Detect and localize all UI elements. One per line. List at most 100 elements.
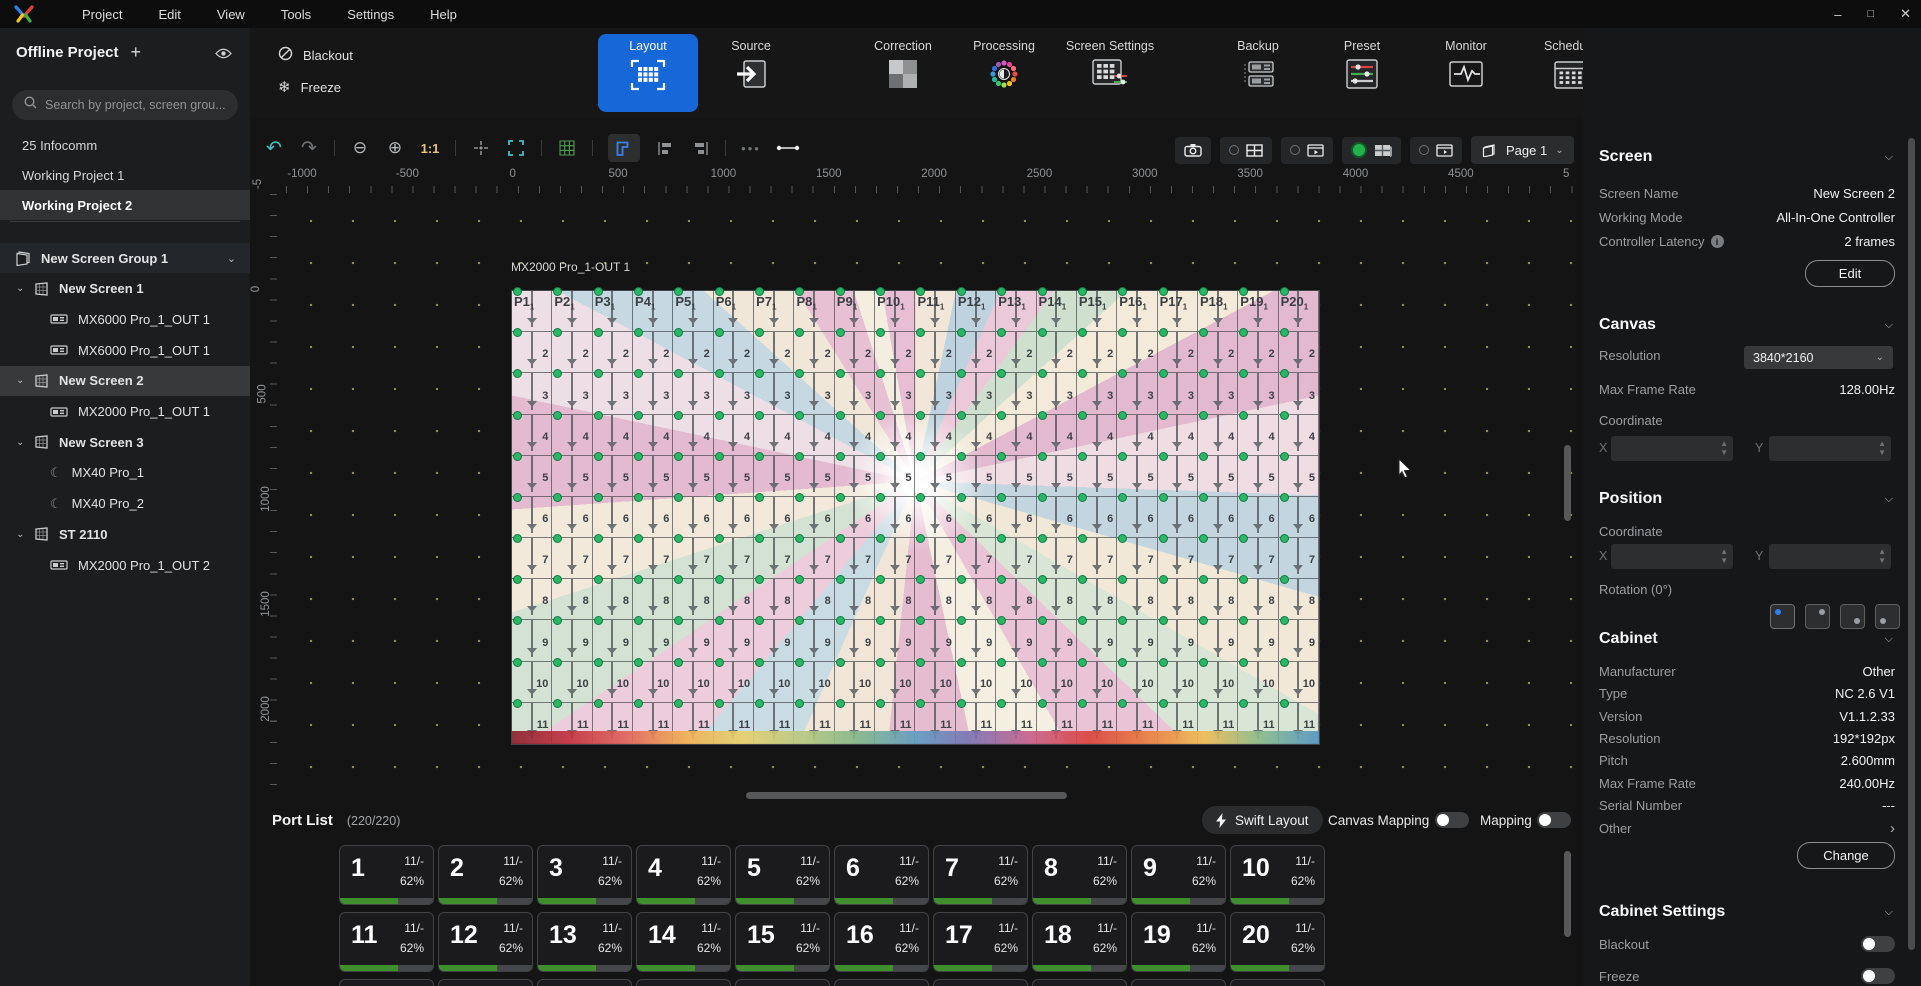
module-tab-correction[interactable]: Correction <box>853 34 953 112</box>
cabinet-cell[interactable]: 10 <box>1037 662 1077 703</box>
cabinet-view-toggle[interactable] <box>1342 137 1401 164</box>
port-card-5[interactable]: 511/-62% <box>735 845 830 905</box>
cabinet-cell[interactable]: 2 <box>1238 332 1278 373</box>
vertical-scrollbar[interactable] <box>1564 445 1571 521</box>
cabinet-cell[interactable]: 3 <box>512 373 552 414</box>
cabinet-cell[interactable]: 3 <box>875 373 915 414</box>
cabinet-cell[interactable]: 7 <box>915 538 955 579</box>
port-card-10[interactable]: 1011/-62% <box>1230 845 1325 905</box>
cabinet-cell[interactable]: 7 <box>633 538 673 579</box>
close-button[interactable]: ✕ <box>1900 6 1911 22</box>
cabinet-cell[interactable]: 7 <box>1077 538 1117 579</box>
cabinet-cell[interactable]: 10 <box>714 662 754 703</box>
menu-item-tools[interactable]: Tools <box>281 7 311 22</box>
cabinet-cell[interactable]: P141 <box>1037 291 1077 332</box>
cabinet-cell[interactable]: 6 <box>915 497 955 538</box>
cabinet-cell[interactable]: P41 <box>633 291 673 332</box>
port-card-4[interactable]: 411/-62% <box>636 845 731 905</box>
cabinet-cell[interactable]: 2 <box>875 332 915 373</box>
cabinet-cell[interactable]: 6 <box>794 497 834 538</box>
cabinet-cell[interactable]: 9 <box>956 620 996 661</box>
cabinet-cell[interactable]: 4 <box>512 415 552 456</box>
cabinet-cell[interactable]: 8 <box>512 579 552 620</box>
ruler-toggle-icon[interactable] <box>608 134 640 162</box>
cabinet-cell[interactable]: 11 <box>1279 703 1319 744</box>
cabinet-cell[interactable]: 4 <box>714 415 754 456</box>
port-card-20[interactable]: 2011/-62% <box>1230 912 1325 972</box>
cabinet-cell[interactable]: 7 <box>512 538 552 579</box>
mapping-toggle[interactable] <box>1537 812 1571 828</box>
cabinet-cell[interactable]: 10 <box>593 662 633 703</box>
cabinet-cell[interactable]: 10 <box>956 662 996 703</box>
add-project-button[interactable]: + <box>131 42 142 63</box>
module-tab-preset[interactable]: Preset <box>1312 34 1412 112</box>
cabinet-cell[interactable]: 10 <box>875 662 915 703</box>
cabinet-cell[interactable]: 4 <box>1198 415 1238 456</box>
cabinet-cell[interactable]: 5 <box>552 456 592 497</box>
position-x-input[interactable]: ▲▼ <box>1611 544 1733 569</box>
cabinet-cell[interactable]: P131 <box>996 291 1036 332</box>
cabinet-cell[interactable]: 10 <box>835 662 875 703</box>
cabinet-cell[interactable]: 6 <box>512 497 552 538</box>
screenshot-button[interactable] <box>1175 137 1211 164</box>
tree-item-mx2000-pro-1-out-1[interactable]: MX2000 Pro_1_OUT 1 <box>0 397 250 427</box>
cabinet-cell[interactable]: 9 <box>593 620 633 661</box>
cabinet-cell[interactable]: 10 <box>1279 662 1319 703</box>
cabinet-cell[interactable]: 2 <box>956 332 996 373</box>
cabinet-cell[interactable]: 3 <box>593 373 633 414</box>
cabinet-cell[interactable]: 2 <box>512 332 552 373</box>
canvas-x-input[interactable]: ▲▼ <box>1611 436 1733 461</box>
cabinet-cell[interactable]: 11 <box>512 703 552 744</box>
cabinet-cell[interactable]: 5 <box>956 456 996 497</box>
section-position[interactable]: Position ⌵ <box>1599 490 1893 508</box>
cabinet-cell[interactable]: 4 <box>1077 415 1117 456</box>
cabinet-cell[interactable]: 8 <box>915 579 955 620</box>
menu-item-help[interactable]: Help <box>430 7 457 22</box>
cabinet-cell[interactable]: 11 <box>1158 703 1198 744</box>
cabinet-cell[interactable]: 4 <box>1279 415 1319 456</box>
cabinet-cell[interactable]: 7 <box>794 538 834 579</box>
port-card-9[interactable]: 911/-62% <box>1131 845 1226 905</box>
cabinet-cell[interactable]: 9 <box>633 620 673 661</box>
cabinet-cell[interactable]: P91 <box>835 291 875 332</box>
cabinet-cell[interactable]: 9 <box>915 620 955 661</box>
cabinet-cell[interactable]: 2 <box>1158 332 1198 373</box>
cabinet-cell[interactable]: 10 <box>996 662 1036 703</box>
port-card-6[interactable]: 611/-62% <box>834 845 929 905</box>
cabinet-cell[interactable]: P81 <box>794 291 834 332</box>
cabinet-cell[interactable]: 3 <box>714 373 754 414</box>
cabinet-cell[interactable]: 9 <box>1037 620 1077 661</box>
cabinet-cell[interactable]: 11 <box>835 703 875 744</box>
cabinet-cell[interactable]: 7 <box>1158 538 1198 579</box>
cabinet-cell[interactable]: P71 <box>754 291 794 332</box>
cabinet-blackout-toggle[interactable] <box>1861 936 1895 952</box>
port-card-11[interactable]: 1111/-62% <box>339 912 434 972</box>
cabinet-cell[interactable]: 6 <box>1198 497 1238 538</box>
cabinet-cell[interactable]: 10 <box>552 662 592 703</box>
cabinet-cell[interactable]: 2 <box>1117 332 1157 373</box>
cabinet-cell[interactable]: 6 <box>1077 497 1117 538</box>
cabinet-cell[interactable]: P111 <box>915 291 955 332</box>
cabinet-cell[interactable]: 10 <box>633 662 673 703</box>
cabinet-cell[interactable]: 2 <box>673 332 713 373</box>
cabinet-cell[interactable]: 5 <box>915 456 955 497</box>
cabinet-cell[interactable]: 10 <box>915 662 955 703</box>
media-view-toggle[interactable] <box>1281 137 1333 164</box>
cabinet-cell[interactable]: 7 <box>996 538 1036 579</box>
cabinet-cell[interactable]: 5 <box>593 456 633 497</box>
cabinet-cell[interactable]: 5 <box>1158 456 1198 497</box>
undo-icon[interactable]: ↶ <box>264 137 284 159</box>
cabinet-cell[interactable]: 9 <box>996 620 1036 661</box>
port-card-12[interactable]: 1211/-62% <box>438 912 533 972</box>
cabinet-cell[interactable]: 6 <box>593 497 633 538</box>
cabinet-cell[interactable]: 8 <box>1198 579 1238 620</box>
cabinet-cell[interactable]: 8 <box>996 579 1036 620</box>
position-y-input[interactable]: ▲▼ <box>1769 544 1891 569</box>
cabinet-cell[interactable]: 6 <box>1238 497 1278 538</box>
change-button[interactable]: Change <box>1797 842 1895 869</box>
cabinet-cell[interactable]: 5 <box>714 456 754 497</box>
cabinet-cell[interactable]: 4 <box>835 415 875 456</box>
cabinet-cell[interactable]: 9 <box>1158 620 1198 661</box>
cabinet-cell[interactable]: 4 <box>1037 415 1077 456</box>
more-tools-icon[interactable]: ••• <box>741 137 761 159</box>
